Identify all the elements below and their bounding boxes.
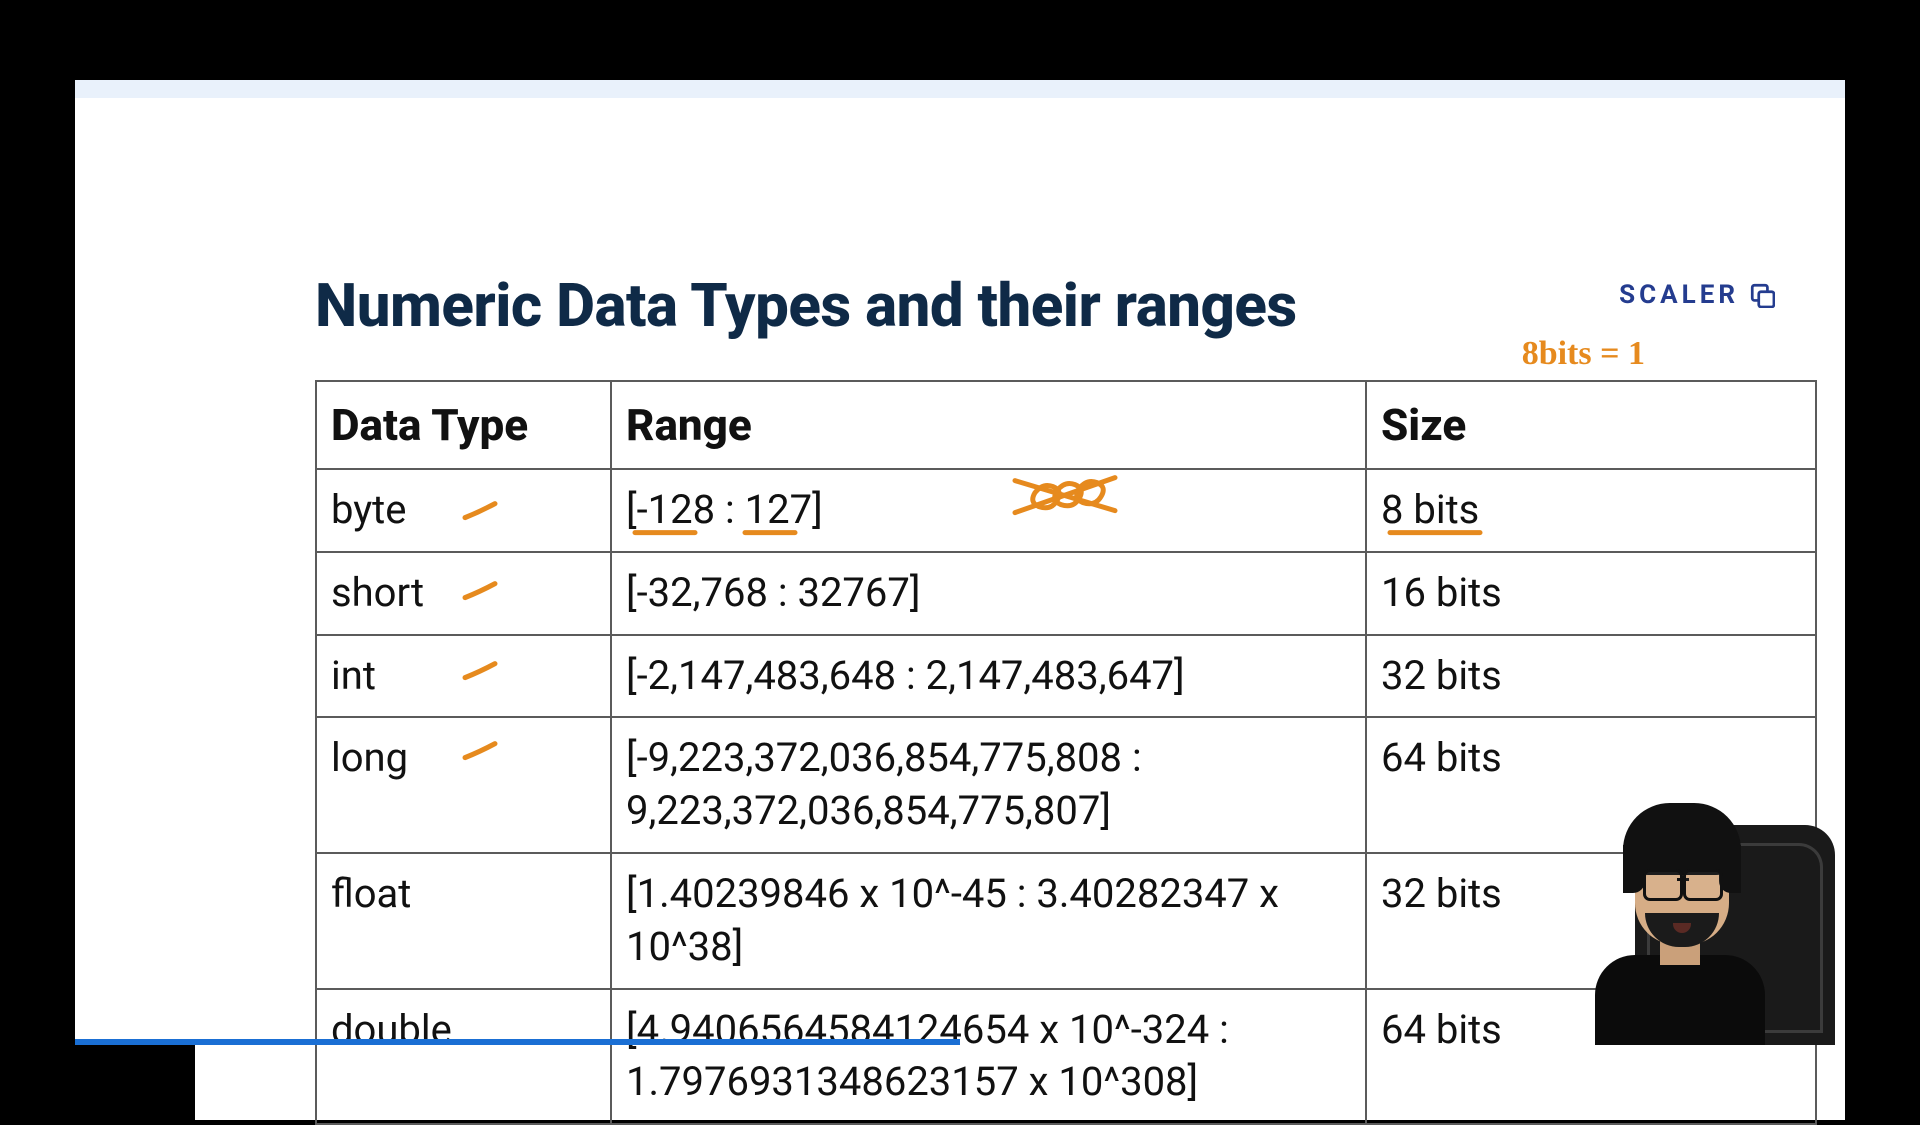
header-range: Range [611, 381, 1366, 469]
presenter-webcam [1565, 785, 1825, 1045]
cell-type: float [316, 853, 611, 989]
playhead-progress[interactable] [75, 1039, 960, 1045]
brand-logo: SCALER [1619, 280, 1775, 310]
cell-range: [-128 : 127] [611, 469, 1366, 552]
cell-type: long [316, 717, 611, 853]
glasses-icon [1643, 869, 1723, 895]
header-size: Size [1366, 381, 1816, 469]
table-row: short [-32,768 : 32767] 16 bits [316, 552, 1816, 635]
header-data-type: Data Type [316, 381, 611, 469]
table-row: byte [-128 : 127] 8 bits [316, 469, 1816, 552]
cell-range: [-9,223,372,036,854,775,808 : 9,223,372,… [611, 717, 1366, 853]
table-header-row: Data Type Range Size [316, 381, 1816, 469]
cell-type: short [316, 552, 611, 635]
cell-size: 32 bits [1366, 635, 1816, 718]
video-letterbox: Numeric Data Types and their ranges SCAL… [75, 80, 1845, 1045]
slide-title: Numeric Data Types and their ranges [315, 270, 1297, 341]
cell-type: byte [316, 469, 611, 552]
cell-type: int [316, 635, 611, 718]
presenter-body [1595, 955, 1765, 1045]
cell-type: double [316, 989, 611, 1125]
presenter-hair [1623, 803, 1741, 875]
brand-icon [1749, 282, 1775, 308]
cell-size: 8 bits [1366, 469, 1816, 552]
cell-range: [-32,768 : 32767] [611, 552, 1366, 635]
slide-header-strip [75, 80, 1845, 98]
cell-size: 16 bits [1366, 552, 1816, 635]
cell-range: [4.9406564584124654 x 10^-324 : 1.797693… [611, 989, 1366, 1125]
table-row: int [-2,147,483,648 : 2,147,483,647] 32 … [316, 635, 1816, 718]
cell-range: [1.40239846 x 10^-45 : 3.40282347 x 10^3… [611, 853, 1366, 989]
brand-text: SCALER [1619, 280, 1739, 310]
cell-range: [-2,147,483,648 : 2,147,483,647] [611, 635, 1366, 718]
handwritten-annotation-bits: 8bits = 1 [1522, 335, 1645, 373]
